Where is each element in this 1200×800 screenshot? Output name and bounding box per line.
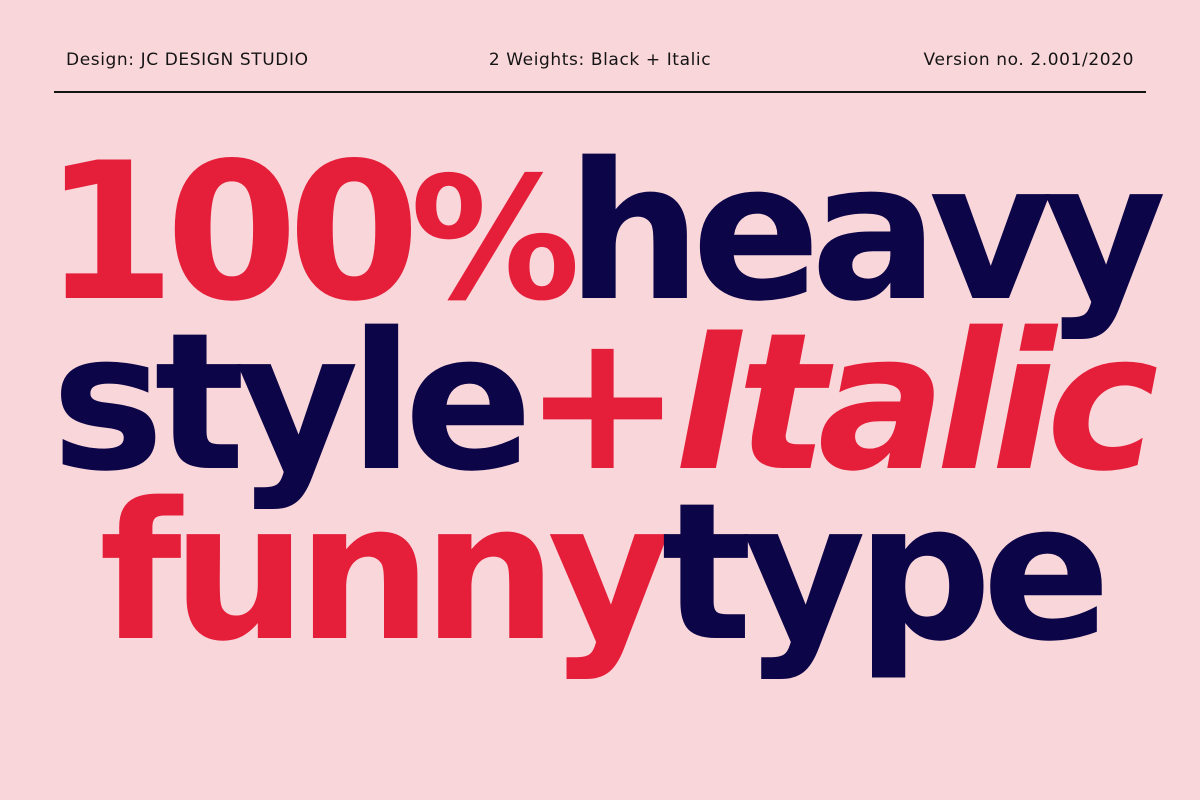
version-info: Version no. 2.001/2020 xyxy=(923,50,1134,70)
header-bar: Design: JC DESIGN STUDIO 2 Weights: Blac… xyxy=(54,44,1146,78)
headline-line-3: funnytype xyxy=(0,462,1200,683)
header-divider xyxy=(54,91,1146,93)
headline-funny: funny xyxy=(99,462,671,683)
headline-type: type xyxy=(661,462,1111,683)
